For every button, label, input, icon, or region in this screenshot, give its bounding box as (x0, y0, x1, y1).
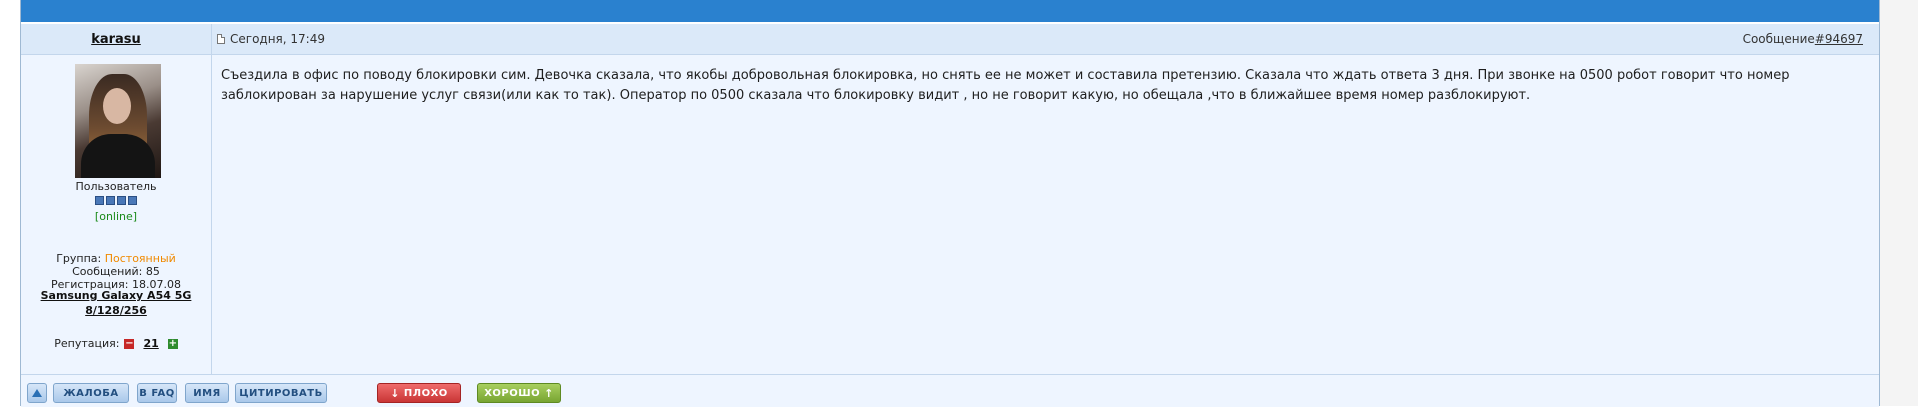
arrow-down-icon: ↓ (390, 386, 400, 400)
message-label: Сообщение (1742, 32, 1815, 46)
page-edge-shade (1878, 0, 1918, 406)
post-top-bar (21, 0, 1879, 22)
post-date: Сегодня, 17:49 (217, 24, 325, 54)
reputation-row: Репутация: − 21 + (21, 337, 211, 350)
post-body-text: Съездила в офис по поводу блокировки сим… (221, 68, 1790, 103)
scroll-top-button[interactable] (27, 383, 47, 403)
arrow-up-icon (32, 389, 42, 397)
group-value: Постоянный (104, 252, 176, 265)
post-date-text: Сегодня, 17:49 (230, 32, 325, 46)
online-status: [online] (94, 210, 138, 223)
avatar[interactable] (75, 64, 161, 178)
post-footer: ЖАЛОБА В FAQ ИМЯ ЦИТИРОВАТЬ ↓ ПЛОХО ХОРО… (21, 374, 1879, 407)
complaint-button[interactable]: ЖАЛОБА (53, 383, 129, 403)
user-info-column: Пользователь [online] Группа: Постоянный… (21, 55, 212, 374)
reputation-label: Репутация: (54, 337, 120, 350)
name-button[interactable]: ИМЯ (185, 383, 229, 403)
bad-button-label: ПЛОХО (403, 387, 448, 399)
rank-dot-icon (95, 196, 104, 205)
username-link[interactable]: karasu (91, 32, 141, 47)
header-user-cell: karasu (21, 24, 212, 54)
message-number: Сообщение #94697 (1743, 24, 1863, 54)
device-line-2: 8/128/256 (85, 304, 147, 317)
post-header: karasu Сегодня, 17:49 Сообщение #94697 (21, 24, 1879, 55)
good-button-label: ХОРОШО (484, 387, 541, 399)
user-rank: Пользователь (75, 180, 157, 193)
bad-button[interactable]: ↓ ПЛОХО (377, 383, 461, 403)
rank-dot-icon (128, 196, 137, 205)
rank-dot-icon (106, 196, 115, 205)
reputation-minus-icon[interactable]: − (124, 338, 135, 349)
forum-post: karasu Сегодня, 17:49 Сообщение #94697 П… (20, 0, 1880, 407)
document-icon (217, 34, 225, 44)
arrow-up-icon: ↑ (544, 386, 554, 400)
user-group: Группа: Постоянный (21, 252, 211, 265)
reputation-value[interactable]: 21 (143, 337, 158, 350)
user-device-link[interactable]: Samsung Galaxy A54 5G 8/128/256 (21, 288, 211, 318)
reputation-plus-icon[interactable]: + (167, 338, 178, 349)
device-line-1: Samsung Galaxy A54 5G (40, 289, 192, 302)
rank-dot-icon (117, 196, 126, 205)
good-button[interactable]: ХОРОШО ↑ (477, 383, 561, 403)
quote-button[interactable]: ЦИТИРОВАТЬ (235, 383, 327, 403)
rank-indicator (21, 196, 211, 205)
faq-button[interactable]: В FAQ (137, 383, 177, 403)
user-posts: Сообщений: 85 (72, 265, 160, 278)
message-number-link[interactable]: #94697 (1815, 32, 1863, 46)
group-label: Группа: (56, 252, 105, 265)
